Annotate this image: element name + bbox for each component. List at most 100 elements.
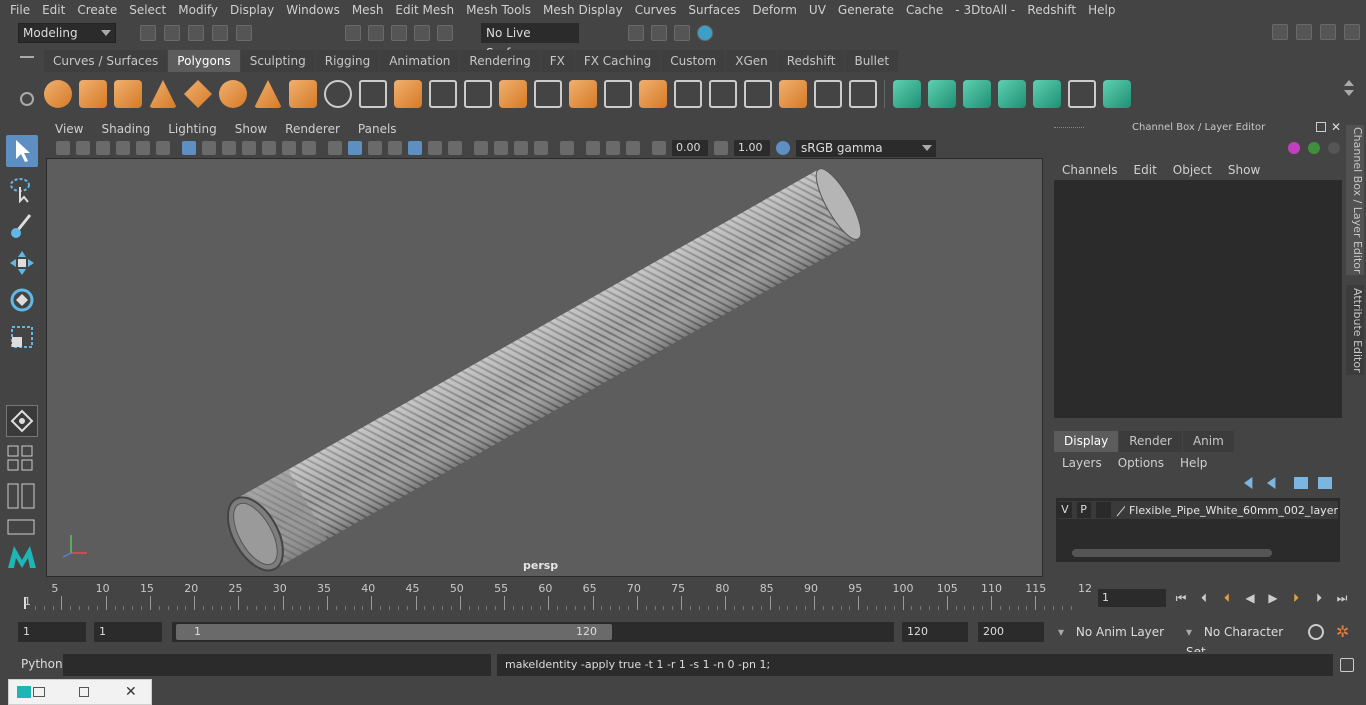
shelf-gear-icon[interactable] — [20, 92, 34, 106]
smooth-shade-icon[interactable] — [348, 141, 362, 155]
field-chart-icon[interactable] — [262, 141, 276, 155]
panel-menu-shading[interactable]: Shading — [92, 122, 159, 136]
xray-components-icon[interactable] — [626, 141, 640, 155]
poly-pipe-icon[interactable] — [289, 80, 317, 108]
new-scene-icon[interactable] — [140, 25, 156, 41]
tab-channel-box[interactable]: Channel Box / Layer Editor — [1346, 125, 1364, 275]
shelf-tab-curves-surfaces[interactable]: Curves / Surfaces — [44, 50, 168, 72]
poly-cylinder-icon[interactable] — [114, 80, 142, 108]
layer-type-toggle[interactable] — [1095, 502, 1111, 518]
snap-toggle-icon[interactable] — [6, 405, 38, 437]
render-settings-icon[interactable] — [674, 25, 690, 41]
ambient-occlusion-icon[interactable] — [474, 141, 488, 155]
layer-tab-display[interactable]: Display — [1054, 431, 1119, 452]
play-backwards-icon[interactable]: ◀ — [1243, 591, 1257, 605]
poke-icon[interactable] — [849, 80, 877, 108]
menu-uv[interactable]: UV — [803, 0, 832, 20]
layer-tab-anim[interactable]: Anim — [1182, 431, 1234, 452]
menu-file[interactable]: File — [4, 0, 36, 20]
xray-active-icon[interactable] — [606, 141, 620, 155]
panel-menu-panels[interactable]: Panels — [349, 122, 406, 136]
append-polygon-icon[interactable] — [674, 80, 702, 108]
panel-menu-show[interactable]: Show — [226, 122, 276, 136]
2d-pan-zoom-icon[interactable] — [136, 141, 150, 155]
shelf-tab-redshift[interactable]: Redshift — [777, 50, 845, 72]
checker-icon[interactable] — [1068, 80, 1096, 108]
camera-icon[interactable] — [56, 141, 70, 155]
ipr-render-icon[interactable] — [651, 25, 667, 41]
color-management-icon[interactable] — [776, 141, 790, 155]
layer-tab-render[interactable]: Render — [1119, 431, 1182, 452]
close-icon[interactable]: ✕ — [1331, 120, 1341, 134]
mode-selector[interactable]: Modeling — [18, 23, 116, 43]
step-forward-key-icon[interactable]: ⏵ — [1289, 591, 1303, 605]
exposure-field[interactable]: 0.00 — [672, 140, 708, 156]
undo-icon[interactable] — [212, 25, 228, 41]
paint-select-tool-icon[interactable] — [6, 210, 38, 242]
poly-plane-icon[interactable] — [184, 80, 212, 108]
wedge-icon[interactable] — [814, 80, 842, 108]
motion-blur-icon[interactable] — [494, 141, 508, 155]
manipulator-icon[interactable] — [1288, 142, 1300, 154]
poly-sphere-icon[interactable] — [44, 80, 72, 108]
wireframe-on-shaded-icon[interactable] — [368, 141, 382, 155]
poly-cone-icon[interactable] — [149, 80, 177, 108]
layout-four-view-icon[interactable] — [6, 444, 38, 474]
xray-joints-icon[interactable] — [586, 141, 600, 155]
xray-icon[interactable] — [408, 141, 422, 155]
shadows-icon[interactable] — [448, 141, 462, 155]
viewport-persp[interactable]: persp — [46, 158, 1043, 577]
range-slider[interactable]: 1 120 — [172, 622, 894, 642]
anti-aliasing-icon[interactable] — [514, 141, 528, 155]
snap-curve-icon[interactable] — [368, 25, 384, 41]
script-editor-icon[interactable] — [1340, 658, 1354, 672]
lasso-tool-icon[interactable] — [6, 173, 38, 205]
step-back-icon[interactable]: ⏴ — [1197, 591, 1211, 605]
time-slider[interactable]: 1 12 5 10 15 20 25 30 35 40 45 50 55 60 65 70 75 80 85 90… — [18, 582, 1092, 610]
shelf-tab-rigging[interactable]: Rigging — [315, 50, 380, 72]
bool-icon[interactable] — [464, 80, 492, 108]
close-icon[interactable]: ✕ — [125, 684, 137, 700]
poly-cube-icon[interactable] — [79, 80, 107, 108]
move-layer-up-icon[interactable] — [1244, 477, 1253, 489]
move-layer-down-icon[interactable] — [1267, 477, 1276, 489]
bevel-icon[interactable] — [534, 80, 562, 108]
film-gate-icon[interactable] — [202, 141, 216, 155]
tab-attribute-editor[interactable]: Attribute Editor — [1346, 285, 1364, 375]
snap-grid-icon[interactable] — [345, 25, 361, 41]
menu-curves[interactable]: Curves — [629, 0, 683, 20]
textured-icon[interactable] — [388, 141, 402, 155]
safe-action-icon[interactable] — [282, 141, 296, 155]
range-start-field[interactable]: 1 — [18, 622, 86, 642]
step-forward-icon[interactable]: ⏵ — [1312, 591, 1326, 605]
maximize-icon[interactable] — [79, 687, 89, 697]
layout-icon[interactable] — [1296, 24, 1312, 40]
current-frame-field[interactable]: 1 — [1098, 589, 1166, 607]
playback-start-field[interactable]: 1 — [94, 622, 162, 642]
workspace-icon[interactable] — [1272, 24, 1288, 40]
menu-deform[interactable]: Deform — [746, 0, 803, 20]
menu-generate[interactable]: Generate — [832, 0, 900, 20]
menu-mesh[interactable]: Mesh — [346, 0, 390, 20]
channel-box-area[interactable] — [1054, 180, 1342, 418]
wireframe-icon[interactable] — [328, 141, 342, 155]
attributes-icon[interactable] — [1344, 24, 1360, 40]
layer-menu-help[interactable]: Help — [1172, 456, 1215, 470]
shelf-tab-xgen[interactable]: XGen — [726, 50, 777, 72]
panel-menu-view[interactable]: View — [46, 122, 92, 136]
automatic-uv-icon[interactable] — [998, 80, 1026, 108]
shelf-menu-icon[interactable] — [20, 56, 34, 58]
auto-key-icon[interactable] — [1308, 624, 1324, 640]
snap-view-icon[interactable] — [414, 25, 430, 41]
snap-surface-icon[interactable] — [437, 25, 453, 41]
panels-icon[interactable] — [1320, 24, 1336, 40]
layer-visibility-toggle[interactable]: V — [1058, 502, 1072, 518]
hypershade-icon[interactable] — [697, 25, 713, 41]
layout-outliner-icon[interactable] — [6, 518, 38, 536]
shelf-tab-animation[interactable]: Animation — [380, 50, 460, 72]
menu-windows[interactable]: Windows — [280, 0, 346, 20]
fill-hole-icon[interactable] — [709, 80, 737, 108]
gate-mask-icon[interactable] — [242, 141, 256, 155]
scale-tool-icon[interactable] — [6, 321, 38, 353]
menu-mesh-tools[interactable]: Mesh Tools — [460, 0, 537, 20]
